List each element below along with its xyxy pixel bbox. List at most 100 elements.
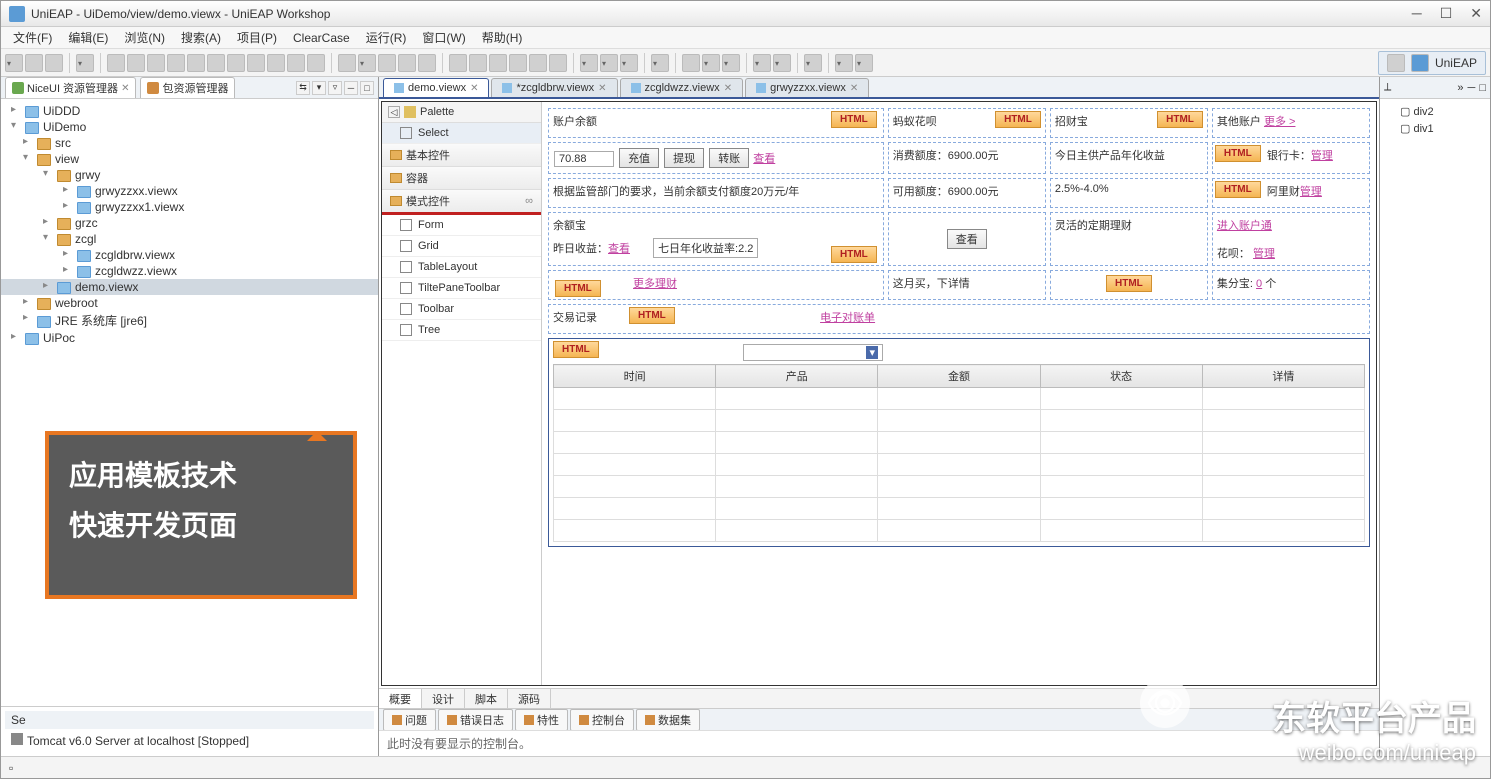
tree-node[interactable]: UiDemo [1, 119, 378, 135]
tb-9[interactable] [267, 54, 285, 72]
tb-b[interactable] [469, 54, 487, 72]
palette-item[interactable]: TableLayout [382, 257, 541, 278]
palette-cat-basic[interactable]: 基本控件 [382, 144, 541, 167]
seven-field[interactable]: 七日年化收益率:2.2 [653, 238, 758, 258]
bottom-tab[interactable]: 源码 [508, 689, 551, 709]
tb-7[interactable] [227, 54, 245, 72]
tree-node[interactable]: JRE 系统库 [jre6] [1, 311, 378, 330]
manage-link[interactable]: 管理 [1253, 248, 1275, 260]
menu-item[interactable]: 浏览(N) [116, 27, 173, 48]
manage-link[interactable]: 管理 [1300, 186, 1322, 198]
tb-run2[interactable] [378, 54, 396, 72]
tb-2[interactable] [127, 54, 145, 72]
tree-node[interactable]: zcgl [1, 231, 378, 247]
menu-item[interactable]: 项目(P) [229, 27, 285, 48]
max-icon[interactable]: □ [1479, 82, 1486, 94]
design-canvas[interactable]: 账户余额HTML 蚂蚁花呗HTML 招财宝HTML 其他账户 更多 > 70.8… [542, 102, 1376, 685]
palette-back-icon[interactable]: ◁ [388, 106, 400, 118]
ebill-link[interactable]: 电子对账单 [820, 312, 875, 324]
tb-j[interactable] [651, 54, 669, 72]
save-all-icon[interactable] [45, 54, 63, 72]
close-icon[interactable]: ✕ [121, 83, 129, 94]
server-row[interactable]: Tomcat v6.0 Server at localhost [Stopped… [5, 729, 374, 752]
column-header[interactable]: 详情 [1202, 365, 1364, 388]
run-icon[interactable] [358, 54, 376, 72]
collapse-icon[interactable]: ▾ [312, 81, 326, 95]
menu-item[interactable]: 帮助(H) [474, 27, 531, 48]
dropdown-field[interactable]: ▾ [743, 344, 883, 361]
max-icon[interactable]: □ [360, 81, 374, 95]
tb-11[interactable] [307, 54, 325, 72]
servers-view-header[interactable]: Se [5, 711, 374, 729]
editor-tab[interactable]: zcgldwzz.viewx✕ [620, 78, 744, 97]
close-button[interactable]: ✕ [1470, 5, 1482, 22]
tree-node[interactable]: src [1, 135, 378, 151]
palette-item[interactable]: Form [382, 215, 541, 236]
tree-node[interactable]: UiPoc [1, 330, 378, 346]
save-icon[interactable] [25, 54, 43, 72]
balance-field[interactable]: 70.88 [554, 151, 614, 167]
view-menu-icon[interactable]: ▿ [328, 81, 342, 95]
minimize-button[interactable]: ─ [1412, 5, 1422, 22]
tb-c[interactable] [489, 54, 507, 72]
enter-account-link[interactable]: 进入账户通 [1217, 220, 1272, 232]
bottom-tab[interactable]: 概要 [379, 689, 422, 709]
tree-node[interactable]: grwyzzxx1.viewx [1, 199, 378, 215]
transfer-button[interactable]: 转账 [709, 148, 749, 168]
tb-m[interactable] [722, 54, 740, 72]
tree-node[interactable]: UiDDD [1, 103, 378, 119]
view-tab[interactable]: 控制台 [570, 709, 634, 731]
home-icon[interactable] [76, 54, 94, 72]
tb-f[interactable] [549, 54, 567, 72]
menu-item[interactable]: 编辑(E) [60, 27, 116, 48]
palette-item[interactable]: Toolbar [382, 299, 541, 320]
tree-node[interactable]: demo.viewx [1, 279, 378, 295]
tree-node[interactable]: grzc [1, 215, 378, 231]
nav-tab-package[interactable]: 包资源管理器 [140, 77, 235, 98]
open-perspective-icon[interactable] [1387, 54, 1405, 72]
view-tab[interactable]: 特性 [515, 709, 568, 731]
more-finance-link[interactable]: 更多理财 [633, 278, 677, 290]
tb-d[interactable] [509, 54, 527, 72]
outline-item[interactable]: ▢ div2 [1384, 103, 1486, 120]
min-icon[interactable]: ─ [1468, 82, 1476, 94]
back-icon[interactable] [835, 54, 853, 72]
withdraw-button[interactable]: 提现 [664, 148, 704, 168]
palette-cat-container[interactable]: 容器 [382, 167, 541, 190]
menu-item[interactable]: 文件(F) [5, 27, 60, 48]
tree-node[interactable]: zcgldwzz.viewx [1, 263, 378, 279]
column-header[interactable]: 金额 [878, 365, 1040, 388]
link-editor-icon[interactable]: ⇆ [296, 81, 310, 95]
outline-menu[interactable]: » [1457, 82, 1463, 94]
close-icon[interactable]: ✕ [724, 83, 732, 94]
menu-item[interactable]: 窗口(W) [414, 27, 473, 48]
tb-p[interactable] [804, 54, 822, 72]
tree-node[interactable]: grwyzzxx.viewx [1, 183, 378, 199]
debug-icon[interactable] [338, 54, 356, 72]
editor-tab[interactable]: grwyzzxx.viewx✕ [745, 78, 869, 97]
outline-item[interactable]: ▢ div1 [1384, 120, 1486, 137]
tb-8[interactable] [247, 54, 265, 72]
tb-i[interactable] [620, 54, 638, 72]
tb-run4[interactable] [418, 54, 436, 72]
tree-node[interactable]: grwy [1, 167, 378, 183]
nav-tab-niceui[interactable]: NiceUI 资源管理器✕ [5, 77, 136, 98]
menu-item[interactable]: 运行(R) [358, 27, 415, 48]
palette-cat-pattern[interactable]: 模式控件∞ [382, 190, 541, 215]
palette-select[interactable]: Select [382, 123, 541, 144]
tb-k[interactable] [682, 54, 700, 72]
view-tab[interactable]: 数据集 [636, 709, 700, 731]
column-header[interactable]: 状态 [1040, 365, 1202, 388]
palette-item[interactable]: Grid [382, 236, 541, 257]
outline-tab[interactable]: ⟂ [1384, 81, 1391, 94]
tb-e[interactable] [529, 54, 547, 72]
tree-node[interactable]: webroot [1, 295, 378, 311]
project-tree[interactable]: UiDDDUiDemosrcviewgrwygrwyzzxx.viewxgrwy… [1, 99, 378, 706]
tb-l[interactable] [702, 54, 720, 72]
column-header[interactable]: 时间 [554, 365, 716, 388]
bottom-tab[interactable]: 脚本 [465, 689, 508, 709]
recharge-button[interactable]: 充值 [619, 148, 659, 168]
tb-a[interactable] [449, 54, 467, 72]
close-icon[interactable]: ✕ [598, 83, 606, 94]
menu-item[interactable]: 搜索(A) [173, 27, 229, 48]
